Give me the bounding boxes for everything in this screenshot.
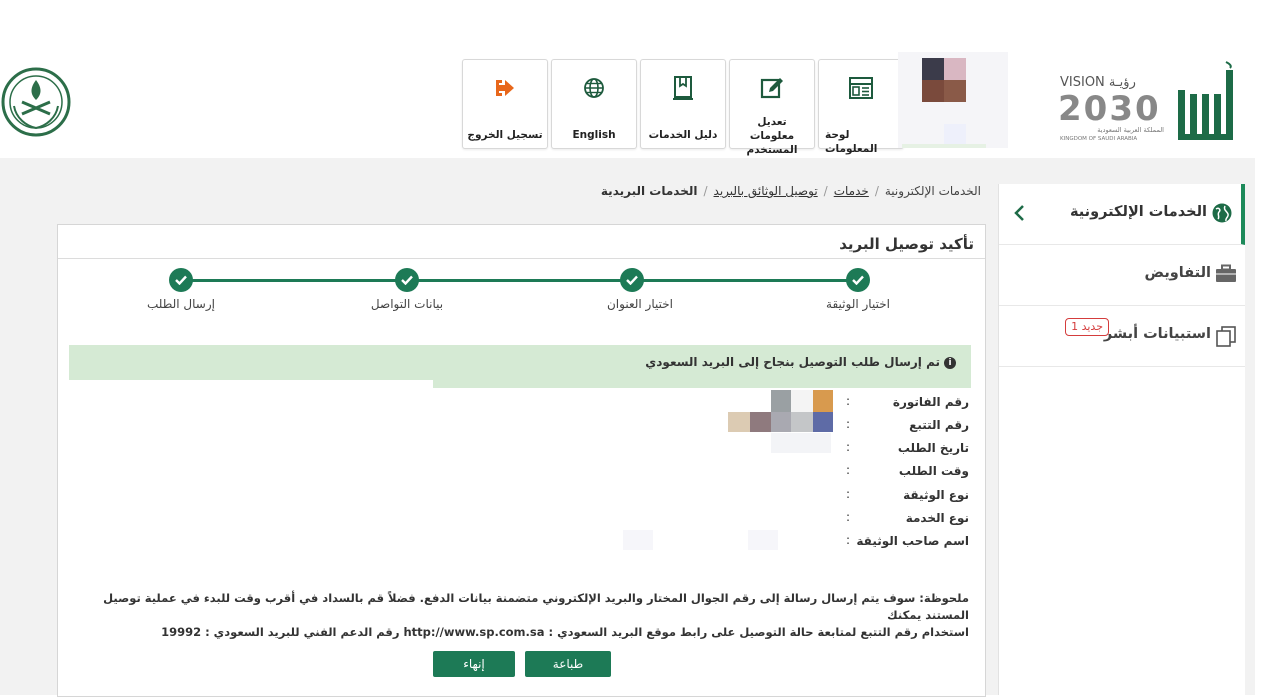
step-label: إرسال الطلب xyxy=(147,297,215,311)
service-type-label: نوع الخدمة xyxy=(905,511,969,525)
logout-label: تسجيل الخروج xyxy=(467,129,543,141)
copy-icon xyxy=(1215,325,1237,351)
briefcase-icon xyxy=(1215,264,1237,288)
sidebar-item-label: التفاويض xyxy=(1144,265,1211,281)
detail-colon: : xyxy=(846,440,851,454)
invoice-number-label: رقم الفاتورة xyxy=(892,395,969,409)
step-label: بيانات التواصل xyxy=(370,297,444,311)
vision-2030-logo: VISION رؤيـة 2030 المملكة العربية السعود… xyxy=(1058,75,1164,142)
saudi-post-link[interactable]: http://www.sp.com.sa xyxy=(403,625,544,639)
svg-text:المملكة العربية السعودية: المملكة العربية السعودية xyxy=(1097,126,1164,134)
stepper-line xyxy=(181,279,857,282)
dashboard-label: لوحة المعلومات xyxy=(825,129,878,155)
step-label: اختيار العنوان xyxy=(606,297,673,311)
confirmation-panel: تأكيد توصيل البريد اختيار الوثيقة اختيار… xyxy=(57,224,986,697)
saudi-emblem-icon xyxy=(1,67,71,137)
step-3-check-icon xyxy=(395,268,419,292)
dashboard-icon xyxy=(849,77,873,99)
english-button[interactable]: English xyxy=(551,59,637,149)
chevron-left-icon[interactable] xyxy=(1013,204,1025,226)
panel-divider xyxy=(58,258,985,259)
logout-button[interactable]: تسجيل الخروج xyxy=(462,59,548,149)
note-text: ملحوظة: سوف يتم إرسال رسالة إلى رقم الجو… xyxy=(74,590,969,641)
document-owner-label: اسم صاحب الوثيقة xyxy=(856,534,969,548)
breadcrumb-services-link[interactable]: خدمات xyxy=(834,184,869,198)
svg-text:KINGDOM OF SAUDI ARABIA: KINGDOM OF SAUDI ARABIA xyxy=(1060,136,1137,142)
edit-user-info-button[interactable]: تعديل معلومات المستخدم xyxy=(729,59,815,156)
tracking-number-label: رقم التتبع xyxy=(909,418,969,432)
step-label: اختيار الوثيقة xyxy=(826,297,890,311)
panel-title: تأكيد توصيل البريد xyxy=(839,235,974,253)
services-guide-button[interactable]: دليل الخدمات xyxy=(640,59,726,149)
svg-text:2030: 2030 xyxy=(1058,89,1161,129)
detail-colon: : xyxy=(846,394,851,408)
alert-text: تم إرسال طلب التوصيل بنجاح إلى البريد ال… xyxy=(645,355,940,369)
sidebar-item-surveys[interactable]: استبيانات أبشر جديد 1 xyxy=(999,306,1245,367)
dashboard-button[interactable]: لوحة المعلومات xyxy=(818,59,904,155)
svg-text:VISION رؤيـة: VISION رؤيـة xyxy=(1060,75,1136,90)
absher-logo xyxy=(1178,61,1233,140)
note-line-2a: استخدام رقم التتبع لمتابعة حالة التوصيل … xyxy=(548,625,969,639)
english-label: English xyxy=(572,129,616,141)
header: تسجيل الخروج English دليل الخدمات تعديل … xyxy=(0,52,1255,158)
sidebar-item-label: استبيانات أبشر xyxy=(1103,326,1211,342)
detail-colon: : xyxy=(846,533,851,547)
print-button[interactable]: طباعة xyxy=(525,651,611,677)
edit-icon xyxy=(760,78,783,99)
detail-colon: : xyxy=(846,487,851,501)
step-4-check-icon xyxy=(169,268,193,292)
breadcrumb-eservices: الخدمات الإلكترونية xyxy=(884,184,981,198)
sidebar-item-eservices[interactable]: الخدمات الإلكترونية xyxy=(999,184,1245,245)
sidebar: الخدمات الإلكترونية التفاويض استبيانات أ… xyxy=(998,184,1245,695)
user-photo xyxy=(898,52,1008,148)
sidebar-item-label: الخدمات الإلكترونية xyxy=(1069,204,1207,220)
detail-colon: : xyxy=(846,510,851,524)
breadcrumb: الخدمات الإلكترونية/خدمات/توصيل الوثائق … xyxy=(600,184,981,198)
success-alert: i تم إرسال طلب التوصيل بنجاح إلى البريد ا… xyxy=(69,345,971,380)
globe-map-icon xyxy=(1211,202,1233,228)
breadcrumb-current: الخدمات البريدية xyxy=(600,184,698,198)
request-date-label: تاريخ الطلب xyxy=(897,441,969,455)
note-line-2b: رقم الدعم الفني للبريد السعودي : 19992 xyxy=(161,625,400,639)
globe-icon xyxy=(584,78,604,98)
step-2-check-icon xyxy=(620,268,644,292)
logout-icon xyxy=(496,80,514,96)
detail-colon: : xyxy=(846,417,851,431)
info-icon: i xyxy=(944,356,956,369)
sidebar-item-delegations[interactable]: التفاويض xyxy=(999,245,1245,306)
note-line-1: ملحوظة: سوف يتم إرسال رسالة إلى رقم الجو… xyxy=(103,591,969,622)
finish-button[interactable]: إنهاء xyxy=(433,651,515,677)
book-icon xyxy=(673,76,693,100)
step-1-check-icon xyxy=(846,268,870,292)
right-margin xyxy=(1255,0,1288,695)
services-guide-label: دليل الخدمات xyxy=(648,129,718,141)
alert-shadow xyxy=(433,380,971,388)
breadcrumb-mail-delivery-link[interactable]: توصيل الوثائق بالبريد xyxy=(714,184,818,198)
request-time-label: وقت الطلب xyxy=(898,464,969,478)
edit-user-info-label: تعديل معلومات المستخدم xyxy=(746,116,798,156)
detail-colon: : xyxy=(846,463,851,477)
new-badge: جديد 1 xyxy=(1065,318,1109,336)
document-type-label: نوع الوثيقة xyxy=(903,488,969,502)
